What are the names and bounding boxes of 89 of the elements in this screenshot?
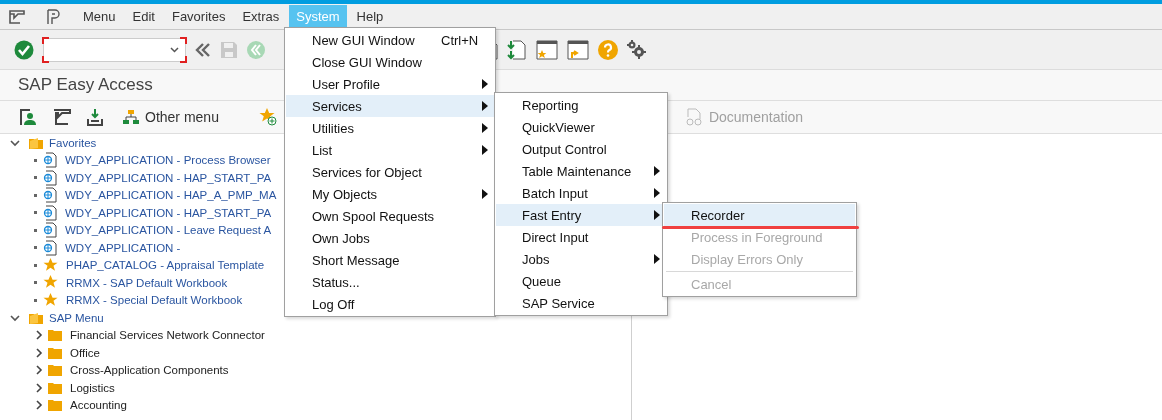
bullet-icon: [34, 228, 37, 232]
open-folder-icon: [29, 311, 43, 324]
web-document-icon: [43, 204, 57, 221]
download-tray-icon[interactable]: [87, 108, 103, 126]
dropdown-option[interactable]: Status...: [286, 271, 494, 293]
bullet-icon: [34, 158, 37, 162]
org-chart-icon: [123, 109, 139, 125]
dropdown-option[interactable]: Table Maintenance: [496, 160, 666, 182]
dropdown-option[interactable]: Direct Input: [496, 226, 666, 248]
folder-icon: [48, 346, 62, 359]
tree-node[interactable]: Cross-Application Components: [70, 364, 229, 377]
dropdown-option[interactable]: My Objects: [286, 183, 494, 205]
web-document-icon: [43, 222, 57, 239]
dropdown-option[interactable]: Short Message: [286, 249, 494, 271]
dropdown-option[interactable]: QuickViewer: [496, 116, 666, 138]
tree-node[interactable]: RRMX - Special Default Workbook: [66, 294, 243, 307]
folder-icon: [48, 364, 62, 377]
screen-menu-icon[interactable]: [9, 9, 25, 24]
bullet-icon: [34, 193, 37, 197]
user-menu-icon[interactable]: [19, 108, 37, 126]
web-document-icon: [43, 239, 57, 256]
dropdown-option[interactable]: New GUI Window Ctrl+N: [286, 29, 494, 51]
menu-bar-item[interactable]: Menu: [76, 5, 123, 28]
dropdown-option[interactable]: Close GUI Window: [286, 51, 494, 73]
menu-bar-item[interactable]: Edit: [125, 5, 162, 28]
enter-icon[interactable]: [14, 39, 34, 60]
dropdown-option[interactable]: Batch Input: [496, 182, 666, 204]
star-icon: [43, 257, 58, 273]
dropdown-option[interactable]: Own Jobs: [286, 227, 494, 249]
shortcut-text: Ctrl+N: [441, 32, 479, 48]
chevron-icon[interactable]: [34, 347, 44, 358]
star-add-icon[interactable]: [258, 108, 277, 126]
chevron-icon[interactable]: [34, 330, 44, 341]
menu-bar-item[interactable]: Help: [349, 5, 391, 28]
screen-title: SAP Easy Access: [18, 75, 153, 95]
dropdown-option[interactable]: Utilities: [286, 117, 494, 139]
chevron-icon[interactable]: [34, 382, 44, 393]
bullet-icon: [34, 281, 37, 285]
command-field[interactable]: [43, 37, 186, 62]
menu-bar-item[interactable]: Extras: [235, 5, 287, 28]
document-arrows-icon[interactable]: [507, 39, 527, 60]
dropdown-option[interactable]: Jobs: [496, 248, 666, 270]
toolbar-button[interactable]: Other menu: [119, 107, 223, 127]
dropdown-option[interactable]: Services: [286, 95, 494, 117]
tree-node[interactable]: Accounting: [70, 399, 127, 412]
dropdown-option[interactable]: List: [286, 139, 494, 161]
bullet-icon: [34, 246, 37, 250]
settings-icon[interactable]: [627, 39, 647, 60]
dropdown-option[interactable]: Log Off: [286, 293, 494, 315]
folder-icon: [48, 399, 62, 412]
open-folder-icon: [29, 136, 43, 149]
tree-node[interactable]: SAP Menu: [49, 311, 104, 324]
bullet-icon: [34, 298, 37, 302]
tree-node[interactable]: Financial Services Network Connector: [70, 329, 265, 342]
tree-node[interactable]: Logistics: [70, 381, 115, 394]
bullet-icon: [34, 211, 37, 215]
web-document-icon: [43, 187, 57, 204]
bullet-icon: [34, 263, 37, 267]
chevron-icon[interactable]: [34, 400, 44, 411]
dropdown-option[interactable]: Output Control: [496, 138, 666, 160]
chevron-icon[interactable]: [10, 137, 20, 148]
dropdown-option[interactable]: Recorder: [664, 204, 855, 226]
chevron-icon[interactable]: [34, 365, 44, 376]
web-document-icon: [43, 169, 57, 186]
dropdown-option[interactable]: SAP Service: [496, 292, 666, 314]
tree-node[interactable]: WDY_APPLICATION -: [65, 241, 181, 254]
bullet-icon: [34, 176, 37, 180]
menu-bar-item[interactable]: Favorites: [164, 5, 233, 28]
star-icon: [43, 292, 58, 308]
double-chevron-left-icon[interactable]: [195, 42, 211, 57]
tree-node[interactable]: Office: [70, 346, 100, 359]
dropdown-option[interactable]: User Profile: [286, 73, 494, 95]
dropdown-option[interactable]: Services for Object: [286, 161, 494, 183]
dropdown-option[interactable]: Own Spool Requests: [286, 205, 494, 227]
folder-icon: [48, 381, 62, 394]
tree-node[interactable]: PHAP_CATALOG - Appraisal Template: [66, 259, 265, 272]
dropdown-option[interactable]: Reporting: [496, 94, 666, 116]
tree-node[interactable]: WDY_APPLICATION - HAP_START_PA: [65, 206, 272, 219]
dropdown-option[interactable]: Queue: [496, 270, 666, 292]
tree-node[interactable]: WDY_APPLICATION - HAP_START_PA: [65, 171, 272, 184]
web-document-icon: [43, 152, 57, 169]
dropdown-caret-icon[interactable]: [170, 46, 179, 53]
chevron-icon[interactable]: [10, 312, 20, 323]
tree-node[interactable]: WDY_APPLICATION - HAP_A_PMP_MA: [65, 189, 277, 202]
tree-node[interactable]: RRMX - SAP Default Workbook: [66, 276, 228, 289]
tree-node[interactable]: Favorites: [49, 136, 97, 149]
tree-node[interactable]: WDY_APPLICATION - Process Browser: [65, 154, 271, 167]
tree-node[interactable]: WDY_APPLICATION - Leave Request A: [65, 224, 272, 237]
folder-icon: [48, 329, 62, 342]
